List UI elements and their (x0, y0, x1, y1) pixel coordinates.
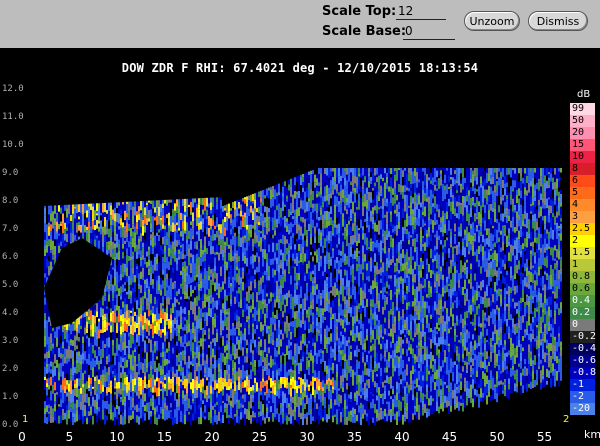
colorbar-label: 4 (572, 199, 579, 210)
colorbar-label: -0.8 (572, 367, 597, 378)
colorbar-label: -2 (572, 391, 585, 402)
unzoom-button[interactable]: Unzoom (464, 11, 520, 31)
x-tick-label: 10 (109, 430, 125, 444)
corner-marker-left: 1 (22, 414, 29, 425)
x-tick-label: 50 (489, 430, 505, 444)
colorbar-label: -20 (572, 403, 591, 414)
radar-echo (44, 168, 562, 428)
corner-marker-right: 2 (563, 414, 570, 425)
colorbar-label: 50 (572, 115, 585, 126)
x-tick-label: 55 (536, 430, 553, 444)
colorbar-label: 0.4 (572, 295, 591, 306)
colorbar-label: 3 (572, 211, 579, 222)
colorbar-label: 0 (572, 319, 579, 330)
x-tick-label: 30 (299, 430, 315, 444)
rhi-plot[interactable] (22, 88, 564, 428)
y-tick-label: 10.0 (2, 140, 24, 150)
colorbar-label: 1 (572, 259, 579, 270)
scale-top-label: Scale Top: (322, 4, 397, 19)
x-tick-label: 25 (251, 430, 268, 444)
plot-title: DOW ZDR F RHI: 67.4021 deg - 12/10/2015 … (121, 61, 479, 75)
colorbar-label: -0.4 (572, 343, 597, 354)
colorbar-label: 6 (572, 175, 579, 186)
colorbar-label: -0.2 (572, 331, 597, 342)
colorbar-label: 0.8 (572, 271, 591, 282)
colorbar-label: 2.5 (572, 223, 591, 234)
y-tick-label: 3.0 (2, 336, 19, 346)
colorbar-label: 0.2 (572, 307, 591, 318)
y-tick-label: 1.0 (2, 392, 19, 402)
radar-image (44, 168, 562, 428)
colorbar-label: -0.6 (572, 355, 597, 366)
colorbar-unit: dB (577, 89, 591, 100)
scale-base-label: Scale Base: (322, 24, 407, 39)
x-tick-label: 0 (18, 430, 26, 444)
colorbar-label: 2 (572, 235, 579, 246)
scale-top-input[interactable]: 12 (396, 4, 446, 20)
x-tick-label: 40 (394, 430, 410, 444)
y-tick-label: 2.0 (2, 364, 19, 374)
colorbar-label: 1.5 (572, 247, 591, 258)
y-tick-label: 4.0 (2, 308, 19, 318)
dismiss-button[interactable]: Dismiss (528, 11, 588, 31)
x-axis-unit: km (584, 428, 600, 441)
y-tick-label: 9.0 (2, 168, 19, 178)
colorbar-label: 15 (572, 139, 585, 150)
x-tick-label: 15 (156, 430, 173, 444)
y-tick-label: 11.0 (2, 112, 24, 122)
y-tick-label: 5.0 (2, 280, 19, 290)
toolbar: Scale Top: 12 Scale Base: 0 Unzoom Dismi… (0, 0, 600, 48)
colorbar-label: 0.6 (572, 283, 591, 294)
y-tick-label: 0.0 (2, 420, 19, 430)
y-tick-label: 12.0 (2, 84, 24, 94)
colorbar-label: 10 (572, 151, 585, 162)
y-tick-label: 7.0 (2, 224, 19, 234)
colorbar-label: 99 (572, 103, 585, 114)
x-tick-label: 20 (204, 430, 220, 444)
y-tick-label: 8.0 (2, 196, 19, 206)
y-tick-label: 6.0 (2, 252, 19, 262)
x-tick-label: 5 (65, 430, 74, 444)
scale-base-input[interactable]: 0 (403, 24, 455, 40)
colorbar-label: 8 (572, 163, 579, 174)
colorbar-label: -1 (572, 379, 585, 390)
colorbar-label: 5 (572, 187, 579, 198)
x-tick-label: 35 (346, 430, 363, 444)
x-tick-label: 45 (441, 430, 458, 444)
colorbar-label: 20 (572, 127, 585, 138)
